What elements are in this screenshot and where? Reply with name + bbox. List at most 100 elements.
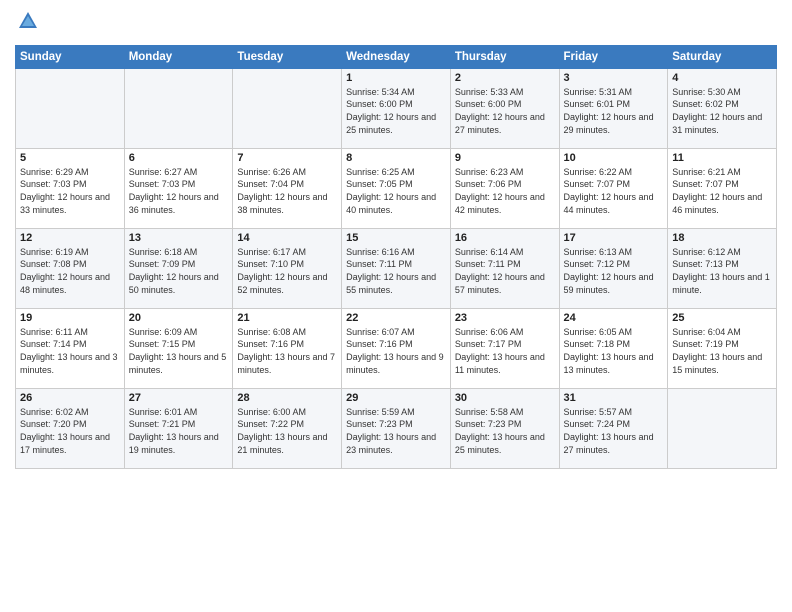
- day-number: 13: [129, 232, 229, 244]
- calendar-cell: 29 Sunrise: 5:59 AMSunset: 7:23 PMDayligh…: [342, 388, 451, 468]
- weekday-header-sunday: Sunday: [16, 45, 125, 68]
- calendar-cell: 6 Sunrise: 6:27 AMSunset: 7:03 PMDaylight…: [124, 148, 233, 228]
- calendar-cell: 13 Sunrise: 6:18 AMSunset: 7:09 PMDayligh…: [124, 228, 233, 308]
- day-number: 3: [564, 72, 664, 84]
- day-detail: Sunrise: 6:02 AMSunset: 7:20 PMDaylight:…: [20, 406, 120, 456]
- calendar-cell: 31 Sunrise: 5:57 AMSunset: 7:24 PMDayligh…: [559, 388, 668, 468]
- day-detail: Sunrise: 5:31 AMSunset: 6:01 PMDaylight:…: [564, 86, 664, 136]
- calendar-cell: 18 Sunrise: 6:12 AMSunset: 7:13 PMDayligh…: [668, 228, 777, 308]
- calendar-cell: [124, 68, 233, 148]
- header: [15, 10, 777, 37]
- day-number: 14: [237, 232, 337, 244]
- day-detail: Sunrise: 6:26 AMSunset: 7:04 PMDaylight:…: [237, 166, 337, 216]
- calendar-cell: 3 Sunrise: 5:31 AMSunset: 6:01 PMDaylight…: [559, 68, 668, 148]
- day-number: 2: [455, 72, 555, 84]
- day-detail: Sunrise: 6:22 AMSunset: 7:07 PMDaylight:…: [564, 166, 664, 216]
- day-detail: Sunrise: 6:05 AMSunset: 7:18 PMDaylight:…: [564, 326, 664, 376]
- day-number: 11: [672, 152, 772, 164]
- weekday-header-friday: Friday: [559, 45, 668, 68]
- day-number: 9: [455, 152, 555, 164]
- calendar-cell: 24 Sunrise: 6:05 AMSunset: 7:18 PMDayligh…: [559, 308, 668, 388]
- day-detail: Sunrise: 6:16 AMSunset: 7:11 PMDaylight:…: [346, 246, 446, 296]
- day-detail: Sunrise: 5:34 AMSunset: 6:00 PMDaylight:…: [346, 86, 446, 136]
- logo-icon: [17, 10, 39, 32]
- day-number: 23: [455, 312, 555, 324]
- calendar-cell: 5 Sunrise: 6:29 AMSunset: 7:03 PMDaylight…: [16, 148, 125, 228]
- day-number: 25: [672, 312, 772, 324]
- day-detail: Sunrise: 6:23 AMSunset: 7:06 PMDaylight:…: [455, 166, 555, 216]
- day-detail: Sunrise: 6:00 AMSunset: 7:22 PMDaylight:…: [237, 406, 337, 456]
- calendar-cell: 16 Sunrise: 6:14 AMSunset: 7:11 PMDayligh…: [450, 228, 559, 308]
- calendar-cell: 26 Sunrise: 6:02 AMSunset: 7:20 PMDayligh…: [16, 388, 125, 468]
- day-detail: Sunrise: 6:17 AMSunset: 7:10 PMDaylight:…: [237, 246, 337, 296]
- logo: [15, 10, 39, 37]
- day-number: 20: [129, 312, 229, 324]
- day-number: 6: [129, 152, 229, 164]
- day-number: 19: [20, 312, 120, 324]
- day-number: 24: [564, 312, 664, 324]
- day-number: 27: [129, 392, 229, 404]
- day-number: 21: [237, 312, 337, 324]
- day-detail: Sunrise: 5:33 AMSunset: 6:00 PMDaylight:…: [455, 86, 555, 136]
- calendar-cell: 27 Sunrise: 6:01 AMSunset: 7:21 PMDayligh…: [124, 388, 233, 468]
- calendar-cell: 12 Sunrise: 6:19 AMSunset: 7:08 PMDayligh…: [16, 228, 125, 308]
- calendar-cell: 9 Sunrise: 6:23 AMSunset: 7:06 PMDaylight…: [450, 148, 559, 228]
- day-number: 16: [455, 232, 555, 244]
- calendar-cell: 7Sunrise: 6:26 AMSunset: 7:04 PMDaylight…: [233, 148, 342, 228]
- calendar-cell: [668, 388, 777, 468]
- day-number: 22: [346, 312, 446, 324]
- calendar-cell: 25 Sunrise: 6:04 AMSunset: 7:19 PMDayligh…: [668, 308, 777, 388]
- day-detail: Sunrise: 6:18 AMSunset: 7:09 PMDaylight:…: [129, 246, 229, 296]
- day-detail: Sunrise: 6:14 AMSunset: 7:11 PMDaylight:…: [455, 246, 555, 296]
- day-number: 30: [455, 392, 555, 404]
- day-detail: Sunrise: 6:19 AMSunset: 7:08 PMDaylight:…: [20, 246, 120, 296]
- calendar-cell: 14 Sunrise: 6:17 AMSunset: 7:10 PMDayligh…: [233, 228, 342, 308]
- day-detail: Sunrise: 6:12 AMSunset: 7:13 PMDaylight:…: [672, 246, 772, 296]
- day-detail: Sunrise: 6:04 AMSunset: 7:19 PMDaylight:…: [672, 326, 772, 376]
- day-detail: Sunrise: 6:21 AMSunset: 7:07 PMDaylight:…: [672, 166, 772, 216]
- calendar-cell: [233, 68, 342, 148]
- day-detail: Sunrise: 6:29 AMSunset: 7:03 PMDaylight:…: [20, 166, 120, 216]
- weekday-header-saturday: Saturday: [668, 45, 777, 68]
- weekday-header-monday: Monday: [124, 45, 233, 68]
- calendar-cell: 15Sunrise: 6:16 AMSunset: 7:11 PMDayligh…: [342, 228, 451, 308]
- day-detail: Sunrise: 6:09 AMSunset: 7:15 PMDaylight:…: [129, 326, 229, 376]
- day-number: 12: [20, 232, 120, 244]
- calendar-cell: [16, 68, 125, 148]
- day-detail: Sunrise: 6:01 AMSunset: 7:21 PMDaylight:…: [129, 406, 229, 456]
- day-number: 26: [20, 392, 120, 404]
- calendar-cell: 22 Sunrise: 6:07 AMSunset: 7:16 PMDayligh…: [342, 308, 451, 388]
- day-number: 17: [564, 232, 664, 244]
- calendar-cell: 8 Sunrise: 6:25 AMSunset: 7:05 PMDaylight…: [342, 148, 451, 228]
- day-number: 29: [346, 392, 446, 404]
- calendar-cell: 19 Sunrise: 6:11 AMSunset: 7:14 PMDayligh…: [16, 308, 125, 388]
- day-detail: Sunrise: 5:57 AMSunset: 7:24 PMDaylight:…: [564, 406, 664, 456]
- day-detail: Sunrise: 6:27 AMSunset: 7:03 PMDaylight:…: [129, 166, 229, 216]
- day-detail: Sunrise: 6:25 AMSunset: 7:05 PMDaylight:…: [346, 166, 446, 216]
- calendar-cell: 28 Sunrise: 6:00 AMSunset: 7:22 PMDayligh…: [233, 388, 342, 468]
- weekday-header-tuesday: Tuesday: [233, 45, 342, 68]
- calendar-cell: 30 Sunrise: 5:58 AMSunset: 7:23 PMDayligh…: [450, 388, 559, 468]
- day-detail: Sunrise: 6:07 AMSunset: 7:16 PMDaylight:…: [346, 326, 446, 376]
- calendar-cell: 10Sunrise: 6:22 AMSunset: 7:07 PMDayligh…: [559, 148, 668, 228]
- calendar-cell: 11 Sunrise: 6:21 AMSunset: 7:07 PMDayligh…: [668, 148, 777, 228]
- day-detail: Sunrise: 5:58 AMSunset: 7:23 PMDaylight:…: [455, 406, 555, 456]
- calendar-cell: 23 Sunrise: 6:06 AMSunset: 7:17 PMDayligh…: [450, 308, 559, 388]
- day-number: 18: [672, 232, 772, 244]
- calendar-cell: 1 Sunrise: 5:34 AMSunset: 6:00 PMDaylight…: [342, 68, 451, 148]
- day-number: 28: [237, 392, 337, 404]
- day-number: 5: [20, 152, 120, 164]
- day-number: 1: [346, 72, 446, 84]
- day-number: 31: [564, 392, 664, 404]
- calendar-cell: 2 Sunrise: 5:33 AMSunset: 6:00 PMDaylight…: [450, 68, 559, 148]
- day-number: 8: [346, 152, 446, 164]
- day-detail: Sunrise: 6:11 AMSunset: 7:14 PMDaylight:…: [20, 326, 120, 376]
- calendar-cell: 4Sunrise: 5:30 AMSunset: 6:02 PMDaylight…: [668, 68, 777, 148]
- calendar-cell: 17Sunrise: 6:13 AMSunset: 7:12 PMDayligh…: [559, 228, 668, 308]
- day-detail: Sunrise: 6:06 AMSunset: 7:17 PMDaylight:…: [455, 326, 555, 376]
- weekday-header-thursday: Thursday: [450, 45, 559, 68]
- day-detail: Sunrise: 5:59 AMSunset: 7:23 PMDaylight:…: [346, 406, 446, 456]
- day-number: 4: [672, 72, 772, 84]
- weekday-header-wednesday: Wednesday: [342, 45, 451, 68]
- calendar-table: SundayMondayTuesdayWednesdayThursdayFrid…: [15, 45, 777, 469]
